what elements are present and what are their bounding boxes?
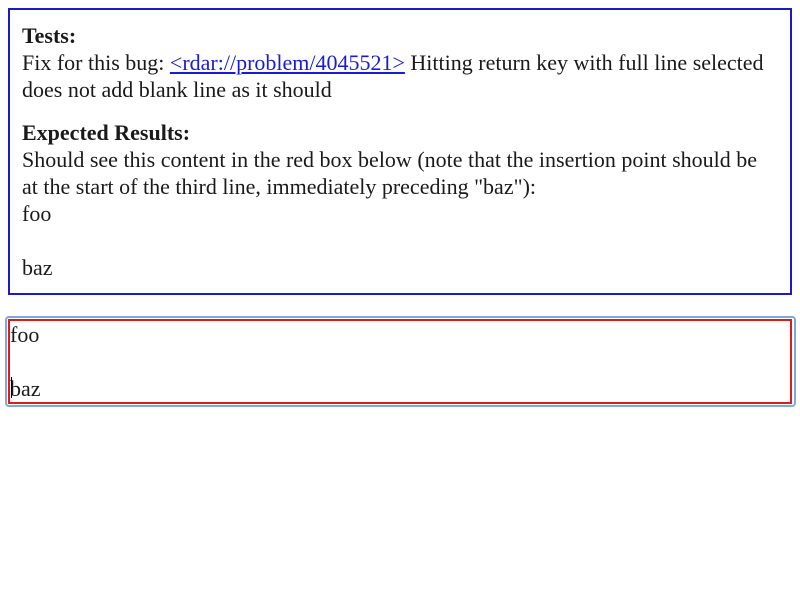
- bug-link[interactable]: <rdar://problem/4045521>: [170, 50, 405, 75]
- tests-prefix: Fix for this bug:: [22, 50, 170, 75]
- editor-line-1[interactable]: foo: [10, 321, 790, 348]
- expected-line-2: [22, 227, 778, 254]
- tests-description: Fix for this bug: <rdar://problem/404552…: [22, 49, 778, 103]
- expected-line-3: baz: [22, 255, 53, 280]
- editable-test-region[interactable]: foo baz: [8, 319, 792, 404]
- insertion-caret: [11, 377, 12, 398]
- tests-heading: Tests:: [22, 23, 77, 48]
- editor-line-3[interactable]: baz: [10, 375, 790, 402]
- explanation-box: Tests: Fix for this bug: <rdar://problem…: [8, 8, 792, 295]
- expected-results-text: Should see this content in the red box b…: [22, 147, 758, 199]
- editor-line-2[interactable]: [10, 348, 790, 375]
- expected-results-heading: Expected Results:: [22, 120, 191, 145]
- expected-line-1: foo: [22, 201, 52, 226]
